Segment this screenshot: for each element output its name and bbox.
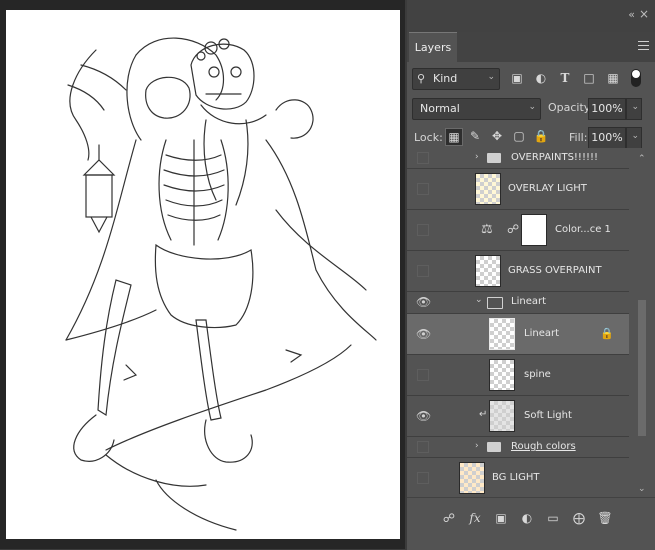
layer-row-grass-overpaint[interactable]: GRASS OVERPAINT (407, 251, 629, 292)
chevron-down-icon: ⌄ (631, 131, 639, 141)
folder-icon (487, 153, 501, 163)
chevron-down-icon[interactable]: ⌄ (475, 295, 483, 305)
layer-name: OVERPAINTS!!!!!! (511, 152, 598, 163)
eye-icon[interactable]: 👁 (416, 327, 431, 341)
filter-kind-select[interactable]: ⚲ Kind ⌄ (412, 68, 500, 90)
lock-all-icon[interactable]: 🔒 (533, 128, 549, 144)
visibility-toggle[interactable] (417, 369, 429, 381)
new-adjustment-layer-icon[interactable]: ◐ (519, 510, 535, 526)
layer-name: Soft Light (524, 410, 572, 421)
layer-name: Lineart (511, 296, 546, 307)
chevron-down-icon: ⌄ (528, 102, 536, 112)
chevron-right-icon[interactable]: › (475, 152, 479, 162)
layer-name: Lineart (524, 328, 559, 339)
collapse-panel-icon[interactable]: « (628, 8, 635, 21)
delete-layer-trash-icon[interactable]: 🗑 (597, 510, 613, 526)
visibility-toggle[interactable] (417, 265, 429, 277)
chevron-up-icon[interactable]: ⌃ (638, 154, 646, 164)
layer-thumbnail (489, 318, 515, 350)
document-canvas-area[interactable] (0, 0, 405, 549)
layer-row-color-balance[interactable]: ⚖ ☍ Color...ce 1 (407, 210, 629, 251)
eye-icon[interactable]: 👁 (416, 409, 431, 423)
opacity-dropdown[interactable]: ⌄ (626, 98, 642, 120)
new-layer-icon[interactable]: ⨁ (571, 510, 587, 526)
layer-row-rough-colors-group[interactable]: › Rough colors (407, 437, 629, 458)
filter-pixel-layers-icon[interactable]: ▣ (510, 71, 524, 85)
layer-thumbnail (489, 359, 515, 391)
layer-name: OVERLAY LIGHT (508, 183, 587, 194)
add-mask-icon[interactable]: ▣ (493, 510, 509, 526)
lock-image-pixels-icon[interactable]: ✎ (467, 128, 483, 144)
fill-label: Fill: (569, 131, 588, 144)
filter-type-layers-icon[interactable]: T (558, 71, 572, 85)
link-chain-icon: ☍ (507, 222, 520, 236)
new-group-folder-icon[interactable]: ▭ (545, 510, 561, 526)
folder-icon (487, 442, 501, 452)
layer-thumbnail (475, 255, 501, 287)
lock-artboard-icon[interactable]: ▢ (511, 128, 527, 144)
close-panel-icon[interactable]: × (639, 7, 649, 21)
lock-transparent-pixels-icon[interactable]: ▦ (445, 128, 463, 146)
layer-row-soft-light[interactable]: 👁 ↵ Soft Light (407, 396, 629, 437)
chevron-down-icon: ⌄ (487, 72, 495, 82)
layer-name: spine (524, 369, 551, 380)
layer-name: GRASS OVERPAINT (508, 265, 602, 276)
visibility-toggle[interactable] (417, 441, 429, 453)
layer-row-bg-light[interactable]: BG LIGHT (407, 458, 629, 497)
fill-input[interactable]: 100% (588, 127, 626, 149)
skeleton-lineart-drawing (65, 37, 377, 531)
filter-adjustment-layers-icon[interactable]: ◐ (534, 71, 548, 85)
filter-shape-layers-icon[interactable]: □ (582, 71, 596, 85)
opacity-label: Opacity: (548, 101, 594, 114)
layers-panel: « × Layers ⚲ Kind ⌄ ▣ ◐ T □ ▦ Normal ⌄ O… (407, 0, 655, 550)
eye-icon[interactable]: 👁 (416, 295, 431, 309)
artboard[interactable] (6, 10, 400, 539)
scroll-thumb[interactable] (638, 300, 646, 436)
visibility-toggle[interactable] (417, 183, 429, 195)
balance-scale-icon: ⚖ (481, 222, 493, 237)
chevron-right-icon[interactable]: › (475, 441, 479, 451)
layer-row-overlay-light[interactable]: OVERLAY LIGHT (407, 169, 629, 210)
panel-menu-icon[interactable] (638, 41, 649, 53)
lock-position-icon[interactable]: ✥ (489, 128, 505, 144)
layer-list-scrollbar[interactable]: ⌃ ⌄ (629, 148, 655, 497)
opacity-input[interactable]: 100% (588, 98, 626, 120)
lock-label: Lock: (414, 131, 443, 144)
folder-open-icon (487, 297, 503, 309)
chevron-down-icon[interactable]: ⌄ (638, 484, 646, 494)
layer-row-overpaints-group[interactable]: › OVERPAINTS!!!!!! (407, 148, 629, 169)
lock-icon: 🔒 (600, 327, 614, 340)
layer-thumbnail (459, 462, 485, 494)
layer-style-fx-icon[interactable]: fx (467, 510, 483, 526)
search-icon: ⚲ (417, 72, 426, 85)
link-layers-icon[interactable]: ☍ (441, 510, 457, 526)
tab-layers[interactable]: Layers (409, 32, 457, 63)
layer-mask-thumbnail (521, 214, 547, 246)
layers-panel-footer: ☍ fx ▣ ◐ ▭ ⨁ 🗑 (407, 497, 655, 550)
filter-kind-label: Kind (433, 72, 458, 85)
layer-thumbnail (475, 173, 501, 205)
panel-dock-bar: « × (407, 0, 655, 32)
filter-toggle[interactable] (631, 69, 641, 87)
layer-row-lineart[interactable]: 👁 Lineart 🔒 (407, 314, 629, 355)
layer-name: Color...ce 1 (555, 224, 611, 235)
layer-list[interactable]: › OVERPAINTS!!!!!! OVERLAY LIGHT ⚖ ☍ Col… (407, 148, 629, 497)
layer-thumbnail (489, 400, 515, 432)
fill-dropdown[interactable]: ⌄ (626, 127, 642, 149)
filter-smart-objects-icon[interactable]: ▦ (606, 71, 620, 85)
clipping-mask-arrow-icon: ↵ (479, 409, 488, 420)
blend-mode-label: Normal (420, 102, 460, 115)
layer-name: BG LIGHT (492, 472, 540, 483)
visibility-toggle[interactable] (417, 152, 429, 164)
layer-row-lineart-group[interactable]: 👁 ⌄ Lineart (407, 292, 629, 314)
visibility-toggle[interactable] (417, 472, 429, 484)
layer-row-spine[interactable]: spine (407, 355, 629, 396)
visibility-toggle[interactable] (417, 224, 429, 236)
layer-name: Rough colors (511, 441, 576, 452)
blend-mode-select[interactable]: Normal ⌄ (412, 98, 541, 120)
filter-toggle-knob (632, 70, 640, 78)
chevron-down-icon: ⌄ (631, 102, 639, 112)
